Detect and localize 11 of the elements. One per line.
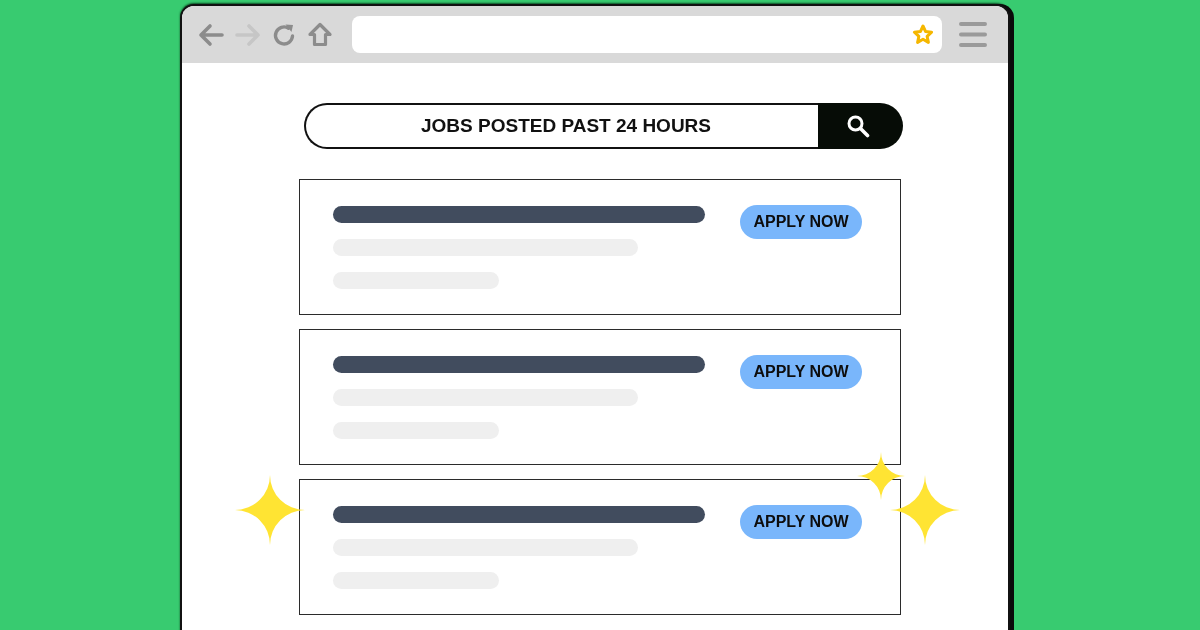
menu-icon[interactable] — [959, 21, 987, 48]
apply-now-button[interactable]: APPLY NOW — [740, 355, 862, 389]
home-icon[interactable] — [307, 22, 333, 47]
star-icon[interactable] — [912, 24, 934, 45]
apply-now-button[interactable]: APPLY NOW — [740, 205, 862, 239]
search-button[interactable] — [818, 103, 903, 149]
apply-now-button[interactable]: APPLY NOW — [740, 505, 862, 539]
search-icon — [845, 114, 870, 138]
reload-icon[interactable] — [272, 22, 296, 47]
search-field[interactable]: JOBS POSTED PAST 24 HOURS — [304, 103, 818, 149]
back-arrow-icon[interactable] — [198, 22, 224, 47]
